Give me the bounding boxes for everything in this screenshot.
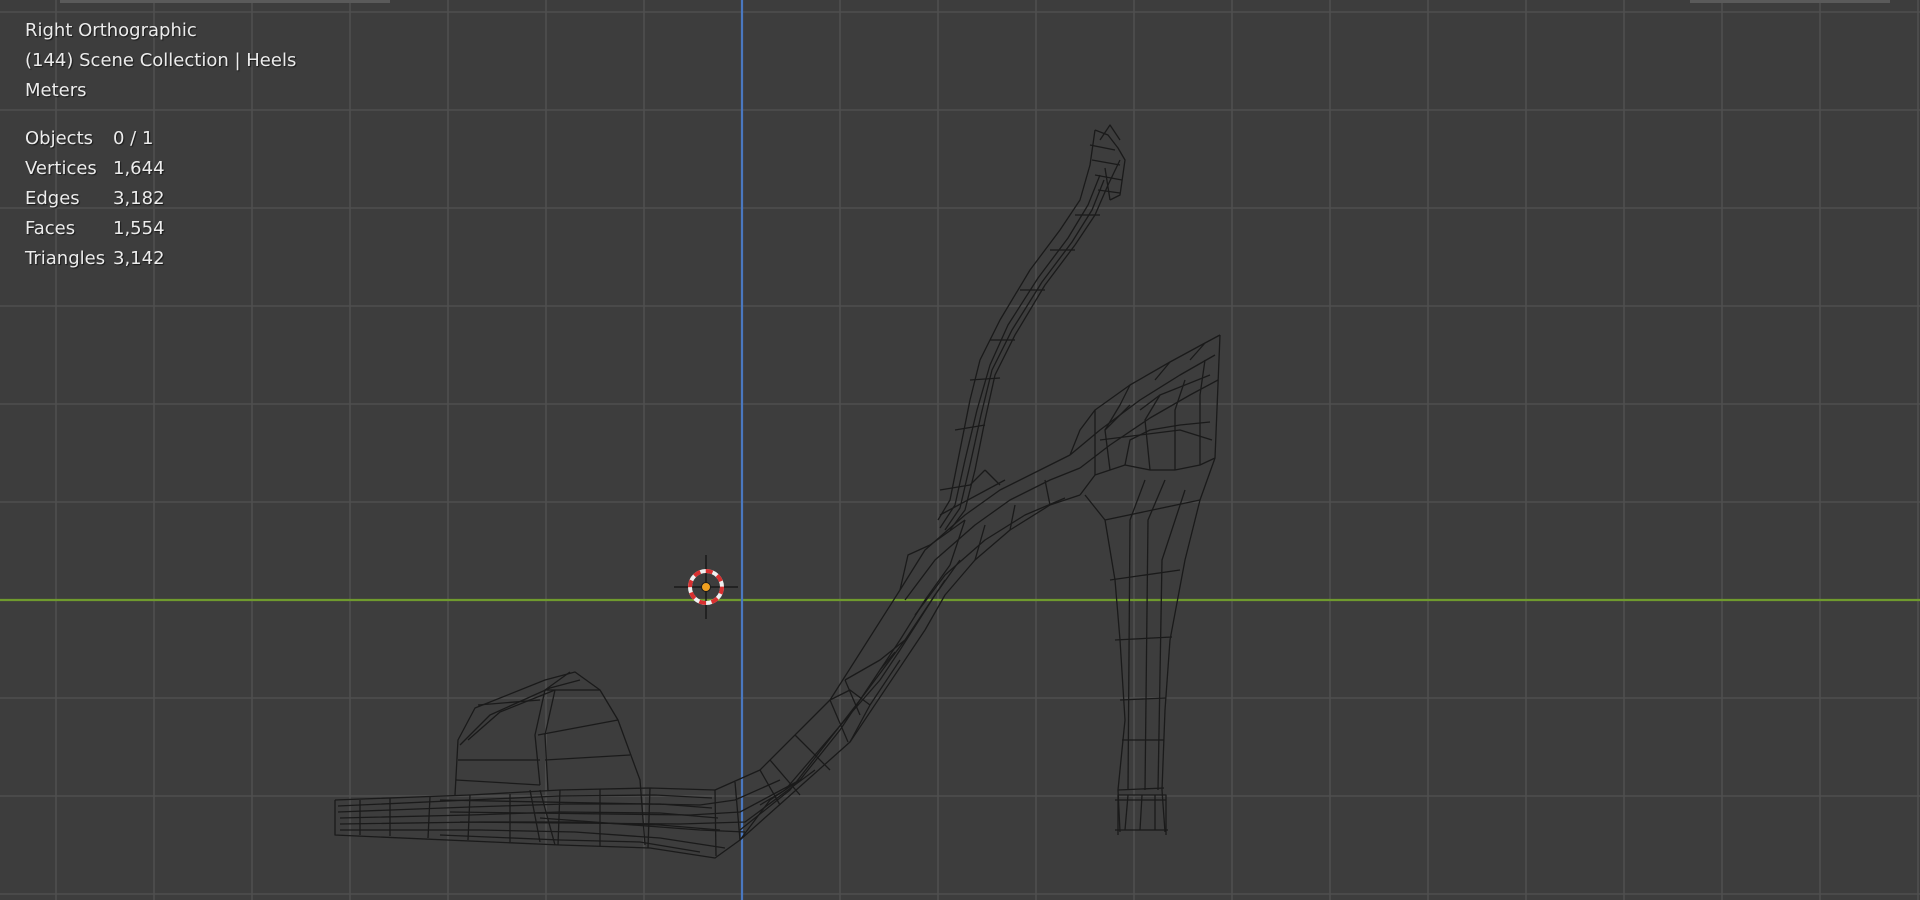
3d-viewport[interactable]: Right Orthographic (144) Scene Collectio… — [0, 0, 1920, 900]
stat-label: Faces — [25, 218, 76, 239]
stat-value: 3,142 — [113, 248, 165, 269]
viewport-grid-canvas[interactable] — [0, 0, 1920, 900]
stat-label: Edges — [25, 188, 80, 209]
stat-row: Vertices 1,644 — [25, 154, 165, 184]
heel-counter — [1069, 334, 1221, 496]
stat-row: Edges 3,182 — [25, 184, 165, 214]
stat-label: Vertices — [25, 158, 97, 179]
stat-value: 1,554 — [113, 218, 165, 239]
header-region-left[interactable] — [60, 0, 390, 3]
stat-row: Objects 0 / 1 — [25, 124, 165, 154]
stat-value: 0 / 1 — [113, 128, 154, 149]
viewport-info-overlay: Right Orthographic (144) Scene Collectio… — [25, 16, 296, 106]
3d-cursor[interactable] — [674, 555, 738, 619]
collection-info-label: (144) Scene Collection | Heels — [25, 50, 297, 71]
shoe-arch — [739, 454, 1081, 841]
origin-dot — [701, 582, 711, 592]
scene-statistics: Objects 0 / 1 Vertices 1,644 Edges 3,182 Faces… — [25, 124, 165, 274]
stat-value: 1,644 — [113, 158, 165, 179]
stat-row: Faces 1,554 — [25, 214, 165, 244]
stat-value: 3,182 — [113, 188, 165, 209]
header-region-right[interactable] — [1690, 0, 1890, 3]
view-name-label: Right Orthographic — [25, 20, 197, 41]
stat-label: Objects — [25, 128, 94, 149]
units-label: Meters — [25, 80, 87, 101]
heel-shoe-wireframe[interactable] — [334, 124, 1221, 859]
shoe-sole — [334, 589, 926, 859]
stat-row: Triangles 3,142 — [25, 244, 165, 274]
stat-label: Triangles — [25, 248, 106, 269]
ankle-strap — [937, 124, 1126, 531]
heel-stiletto — [1084, 457, 1216, 835]
